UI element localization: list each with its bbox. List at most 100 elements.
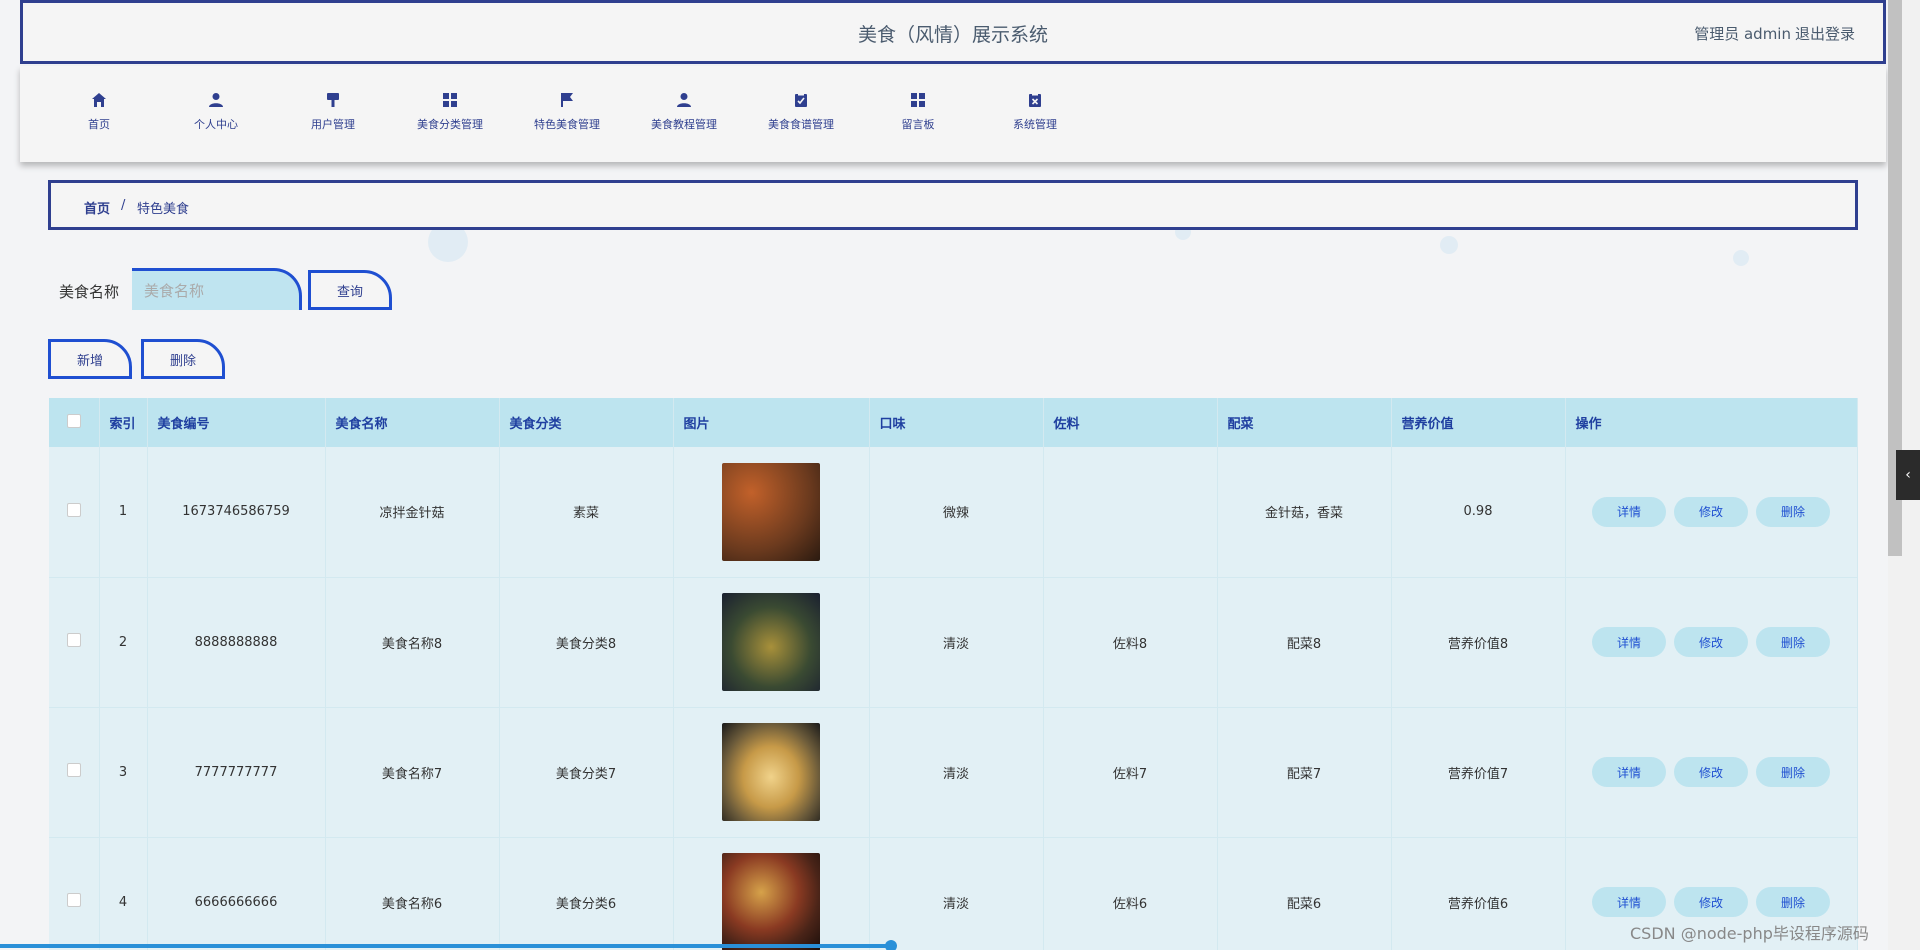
logout-link[interactable]: 退出登录 [1795,23,1855,44]
cell-code: 1673746586759 [147,447,326,578]
column-header: 配菜 [1217,398,1392,447]
nav-label: 美食分类管理 [417,118,483,131]
cell-side: 金针菇，香菜 [1217,447,1392,578]
cell-code: 8888888888 [147,577,326,708]
home-icon [92,93,106,107]
delete-button[interactable]: 删除 [1756,757,1830,787]
nav-label: 美食教程管理 [651,118,717,131]
cell-seasoning [1043,447,1218,578]
nav-label: 用户管理 [311,118,355,131]
cell-category: 美食分类6 [499,837,674,950]
cell-code: 6666666666 [147,837,326,950]
cell-taste: 微辣 [869,447,1044,578]
decor-bubble [1440,236,1458,254]
row-checkbox[interactable] [66,633,81,647]
detail-button[interactable]: 详情 [1592,627,1666,657]
nav-item-profile[interactable]: 个人中心 [161,92,271,132]
row-checkbox[interactable] [66,893,81,907]
table-row: 4 6666666666 美食名称6 美食分类6 清淡 佐料6 配菜6 营养价值… [49,837,1858,950]
edit-button[interactable]: 修改 [1674,757,1748,787]
loading-progress-bar [0,944,892,948]
table-header-row: 索引 美食编号 美食名称 美食分类 图片 口味 佐料 配菜 营养价值 操作 [49,398,1858,447]
cell-taste: 清淡 [869,837,1044,950]
nav-label: 系统管理 [1013,118,1057,131]
column-header: 口味 [869,398,1044,447]
column-header: 美食名称 [325,398,500,447]
nav-item-category[interactable]: 美食分类管理 [395,92,505,132]
nav-item-home[interactable]: 首页 [44,92,154,132]
header: 美食（风情）展示系统 管理员 admin 退出登录 [20,0,1886,64]
cell-nutrition: 0.98 [1391,447,1566,578]
progress-handle[interactable] [885,940,897,950]
cell-nutrition: 营养价值8 [1391,577,1566,708]
food-image [722,593,820,691]
watermark: CSDN @node-php毕设程序源码 [1630,924,1869,943]
cell-taste: 清淡 [869,577,1044,708]
edit-button[interactable]: 修改 [1674,887,1748,917]
search-label: 美食名称 [59,283,120,301]
edit-button[interactable]: 修改 [1674,627,1748,657]
search-input[interactable] [132,268,302,310]
cell-category: 美食分类8 [499,577,674,708]
select-all-checkbox[interactable] [66,413,81,428]
food-image [722,462,820,561]
cell-seasoning: 佐料6 [1043,837,1218,950]
column-header: 美食分类 [499,398,674,447]
nav-item-users[interactable]: 用户管理 [278,92,388,132]
delete-button[interactable]: 删除 [1756,627,1830,657]
grid-icon [443,93,457,107]
top-nav: 首页 个人中心 用户管理 美食分类管理 特色美食管理 美食教程管理 美食食谱管理 [20,66,1886,162]
cell-name: 美食名称8 [325,577,500,708]
grid-icon [911,93,925,107]
nav-item-message-board[interactable]: 留言板 [863,92,973,132]
cell-side: 配菜7 [1217,707,1392,838]
cell-seasoning: 佐料7 [1043,707,1218,838]
table-row: 2 8888888888 美食名称8 美食分类8 清淡 佐料8 配菜8 营养价值… [49,577,1858,708]
side-collapse-tab[interactable]: ‹ [1896,450,1920,500]
delete-button[interactable]: 删除 [1756,496,1830,527]
flag-icon [561,93,573,107]
column-header: 操作 [1565,398,1858,447]
cell-index: 2 [99,577,148,708]
cell-index: 4 [99,837,148,950]
cell-side: 配菜6 [1217,837,1392,950]
cell-nutrition: 营养价值6 [1391,837,1566,950]
table-row: 1 1673746586759 凉拌金针菇 素菜 微辣 金针菇，香菜 0.98 … [49,447,1858,578]
delete-button[interactable]: 删除 [1756,887,1830,917]
breadcrumb-current: 特色美食 [137,202,190,217]
row-checkbox[interactable] [66,763,81,777]
breadcrumb-separator: / [121,198,126,213]
detail-button[interactable]: 详情 [1592,496,1666,527]
detail-button[interactable]: 详情 [1592,757,1666,787]
decor-bubble [1733,250,1749,266]
nav-item-system[interactable]: 系统管理 [980,92,1090,132]
cell-name: 凉拌金针菇 [325,447,500,578]
app-title: 美食（风情）展示系统 [857,24,1048,46]
brush-icon [327,93,339,107]
cell-code: 7777777777 [147,707,326,838]
nav-label: 首页 [88,118,110,131]
cell-seasoning: 佐料8 [1043,577,1218,708]
nav-label: 特色美食管理 [534,118,600,131]
search-button[interactable]: 查询 [308,270,392,310]
detail-button[interactable]: 详情 [1592,887,1666,917]
batch-delete-button[interactable]: 删除 [141,339,225,379]
nav-item-recipe[interactable]: 美食食谱管理 [746,92,856,132]
column-header: 佐料 [1043,398,1218,447]
nav-item-tutorial[interactable]: 美食教程管理 [629,92,739,132]
close-box-icon [1029,92,1041,107]
edit-button[interactable]: 修改 [1674,496,1748,527]
add-button[interactable]: 新增 [48,339,132,379]
current-user: 管理员 admin [1694,25,1791,43]
breadcrumb-home[interactable]: 首页 [84,198,110,217]
nav-label: 个人中心 [194,118,238,131]
breadcrumb: 首页 / 特色美食 [48,180,1858,230]
row-checkbox[interactable] [66,502,81,517]
cell-taste: 清淡 [869,707,1044,838]
food-table: 索引 美食编号 美食名称 美食分类 图片 口味 佐料 配菜 营养价值 操作 1 … [49,398,1858,950]
column-header: 营养价值 [1391,398,1566,447]
nav-item-special-food[interactable]: 特色美食管理 [512,92,622,132]
select-all-cell[interactable] [49,398,100,447]
table-row: 3 7777777777 美食名称7 美食分类7 清淡 佐料7 配菜7 营养价值… [49,707,1858,838]
food-image [722,723,820,821]
